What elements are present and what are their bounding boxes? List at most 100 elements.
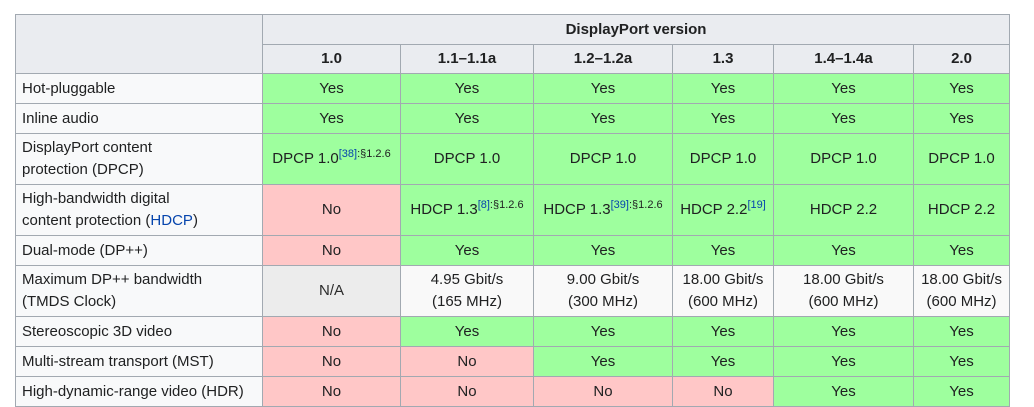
feature-cell: HDCP 1.3[8]:§1.2.6 (400, 184, 534, 236)
feature-cell: Yes (672, 103, 774, 134)
clock-value: (300 MHz) (567, 293, 638, 310)
feature-cell: Yes (672, 235, 774, 266)
feature-cell: DPCP 1.0 (672, 133, 774, 185)
section-ref: :§1.2.6 (489, 199, 524, 211)
row-label: Multi-stream transport (MST) (15, 346, 263, 377)
table-row: Multi-stream transport (MST) No No Yes Y… (15, 346, 1011, 377)
clock-value: (165 MHz) (431, 293, 502, 310)
row-label-line: (TMDS Clock) (22, 293, 117, 310)
version-header: 1.0 (262, 44, 401, 74)
feature-cell: Yes (773, 376, 914, 407)
feature-cell: Yes (262, 103, 401, 134)
feature-cell: Yes (533, 73, 673, 104)
version-header: 1.2–1.2a (533, 44, 673, 74)
row-label: Stereoscopic 3D video (15, 316, 263, 347)
version-group-header: DisplayPort version (261, 14, 1011, 45)
citation: [19] (747, 199, 765, 211)
feature-cell: 18.00 Gbit/s (600 MHz) (912, 265, 1011, 317)
feature-cell: DPCP 1.0 (533, 133, 673, 185)
bandwidth-value: 9.00 Gbit/s (566, 271, 640, 288)
version-header: 1.4–1.4a (773, 44, 914, 74)
feature-cell: Yes (773, 103, 914, 134)
hdcp-link[interactable]: HDCP (150, 212, 193, 229)
feature-cell: N/A (262, 265, 401, 317)
table-row: Hot-pluggable Yes Yes Yes Yes Yes Yes (15, 73, 1011, 104)
row-label: High-dynamic-range video (HDR) (15, 376, 263, 407)
displayport-features-table: DisplayPort version 1.0 1.1–1.1a 1.2–1.2… (15, 14, 1011, 407)
feature-cell: HDCP 2.2 (912, 184, 1011, 236)
version-header: 1.3 (672, 44, 774, 74)
feature-cell: Yes (672, 73, 774, 104)
table-row: Stereoscopic 3D video No Yes Yes Yes Yes… (15, 316, 1011, 347)
table-row: Dual-mode (DP++) No Yes Yes Yes Yes Yes (15, 235, 1011, 266)
feature-cell: No (672, 376, 774, 407)
feature-cell: HDCP 1.3[39]:§1.2.6 (533, 184, 673, 236)
feature-cell: HDCP 2.2[19] (672, 184, 774, 236)
row-label-line: Maximum DP++ bandwidth (22, 271, 203, 288)
feature-cell: Yes (533, 316, 673, 347)
feature-cell: Yes (533, 235, 673, 266)
feature-cell: Yes (400, 73, 534, 104)
header-group-row: DisplayPort version (15, 14, 1011, 74)
feature-cell: Yes (262, 73, 401, 104)
feature-cell: DPCP 1.0 (773, 133, 914, 185)
row-label-line: content protection ( (22, 212, 151, 229)
feature-cell: Yes (400, 103, 534, 134)
feature-cell: No (262, 184, 401, 236)
feature-cell: Yes (912, 103, 1011, 134)
cell-value: HDCP 1.3 (410, 201, 478, 218)
clock-value: (600 MHz) (808, 293, 879, 310)
feature-cell: 9.00 Gbit/s (300 MHz) (533, 265, 673, 317)
feature-cell: No (262, 235, 401, 266)
version-header: 1.1–1.1a (400, 44, 534, 74)
table-row: High-bandwidth digital content protectio… (15, 184, 1011, 236)
row-label-line: protection (DPCP) (22, 161, 144, 178)
bandwidth-value: 18.00 Gbit/s (803, 271, 884, 288)
feature-cell: Yes (773, 316, 914, 347)
feature-cell: 18.00 Gbit/s (600 MHz) (773, 265, 914, 317)
feature-cell: DPCP 1.0 (912, 133, 1011, 185)
feature-cell: Yes (533, 346, 673, 377)
citation: [38]:§1.2.6 (339, 148, 391, 160)
section-ref: :§1.2.6 (357, 148, 391, 160)
corner-header-cell (15, 14, 263, 74)
version-header: 2.0 (912, 44, 1011, 74)
feature-cell: Yes (400, 235, 534, 266)
table-row: DisplayPort content protection (DPCP) DP… (15, 133, 1011, 185)
citation-link[interactable]: [8] (478, 199, 490, 211)
cell-value: HDCP 2.2 (680, 201, 748, 218)
bandwidth-value: 18.00 Gbit/s (921, 271, 1002, 288)
feature-cell: Yes (773, 235, 914, 266)
feature-cell: Yes (912, 235, 1011, 266)
feature-cell: No (262, 346, 401, 377)
feature-cell: Yes (912, 346, 1011, 377)
table-row: Inline audio Yes Yes Yes Yes Yes Yes (15, 103, 1011, 134)
feature-cell: Yes (912, 376, 1011, 407)
feature-cell: HDCP 2.2 (773, 184, 914, 236)
feature-cell: No (262, 376, 401, 407)
feature-cell: Yes (400, 316, 534, 347)
row-label: Maximum DP++ bandwidth (TMDS Clock) (15, 265, 263, 317)
citation: [39]:§1.2.6 (611, 199, 663, 211)
row-label: High-bandwidth digital content protectio… (15, 184, 263, 236)
feature-cell: Yes (773, 346, 914, 377)
feature-cell: Yes (672, 316, 774, 347)
citation-link[interactable]: [19] (747, 199, 765, 211)
section-ref: :§1.2.6 (628, 199, 663, 211)
clock-value: (600 MHz) (687, 293, 758, 310)
feature-cell: 18.00 Gbit/s (600 MHz) (672, 265, 774, 317)
feature-cell: DPCP 1.0 (400, 133, 534, 185)
citation-link[interactable]: [38] (339, 148, 357, 160)
feature-cell: No (262, 316, 401, 347)
feature-cell: Yes (533, 103, 673, 134)
bandwidth-value: 18.00 Gbit/s (682, 271, 764, 288)
citation: [8]:§1.2.6 (478, 199, 524, 211)
citation-link[interactable]: [39] (611, 199, 629, 211)
feature-cell: Yes (912, 73, 1011, 104)
table-row: High-dynamic-range video (HDR) No No No … (15, 376, 1011, 407)
feature-cell: Yes (773, 73, 914, 104)
feature-cell: Yes (672, 346, 774, 377)
row-label-line: High-bandwidth digital (22, 190, 170, 207)
feature-cell: Yes (912, 316, 1011, 347)
feature-cell: No (400, 346, 534, 377)
